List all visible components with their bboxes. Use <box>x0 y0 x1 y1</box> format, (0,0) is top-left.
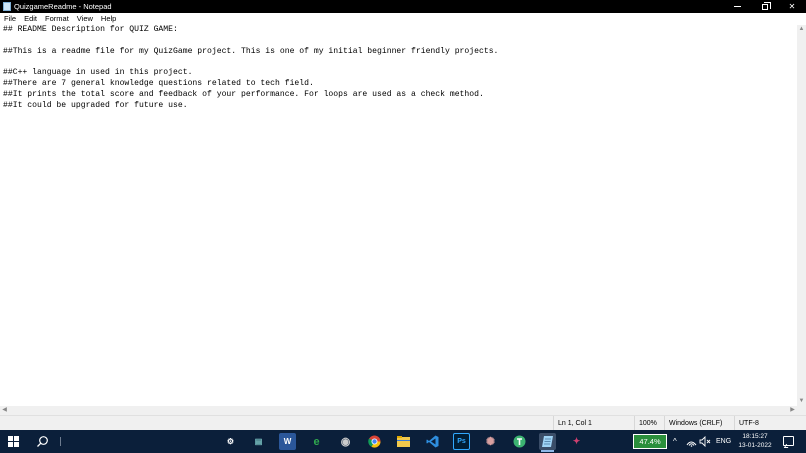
menu-bar: File Edit Format View Help <box>0 13 806 25</box>
windows-start-icon[interactable] <box>8 436 19 447</box>
edge-app-icon[interactable]: e <box>308 433 325 450</box>
restore-icon <box>762 1 771 10</box>
menu-edit[interactable]: Edit <box>24 13 37 25</box>
terminal-app-icon[interactable]: ▤ <box>250 433 267 450</box>
scroll-right-icon[interactable]: ▶ <box>788 406 797 415</box>
notepad-app-icon[interactable] <box>539 433 556 452</box>
word-app-icon[interactable]: W <box>279 433 296 450</box>
scroll-down-icon[interactable]: ▼ <box>797 397 806 406</box>
menu-format[interactable]: Format <box>45 13 69 25</box>
zoom-level: 100% <box>634 416 664 431</box>
horizontal-scrollbar[interactable]: ◀ ▶ <box>0 406 797 415</box>
editor-line: ##This is a readme file for my QuizGame … <box>3 46 499 56</box>
title-bar: QuizgameReadme - Notepad ✕ <box>0 0 806 13</box>
cursor-position: Ln 1, Col 1 <box>553 416 633 431</box>
gear-app-icon[interactable]: ✺ <box>482 433 499 450</box>
settings-app-icon[interactable]: ⚙ <box>222 433 239 450</box>
notification-icon[interactable] <box>783 436 794 446</box>
vertical-scrollbar[interactable]: ▲ ▼ <box>797 25 806 406</box>
clock-date: 13-01-2022 <box>738 442 772 449</box>
editor-line: ## README Description for QUIZ GAME: <box>3 25 178 34</box>
scrollbar-corner <box>797 406 806 415</box>
photoshop-app-icon[interactable]: Ps <box>453 433 470 450</box>
volume-muted-icon[interactable] <box>699 436 711 447</box>
vscode-app-icon[interactable] <box>424 433 441 450</box>
green-app-icon[interactable] <box>511 433 528 450</box>
editor-line: ##It prints the total score and feedback… <box>3 89 484 99</box>
close-button[interactable]: ✕ <box>778 0 806 13</box>
chrome-app-icon[interactable] <box>366 433 383 450</box>
chevron-up-icon[interactable]: ^ <box>673 436 677 447</box>
close-icon: ✕ <box>788 2 796 11</box>
notepad-icon <box>3 2 11 11</box>
status-bar: Ln 1, Col 1 100% Windows (CRLF) UTF-8 <box>0 415 806 431</box>
davinci-app-icon[interactable]: ✦ <box>568 433 585 450</box>
line-endings: Windows (CRLF) <box>664 416 734 431</box>
text-editor[interactable]: ## README Description for QUIZ GAME: ##T… <box>0 25 797 406</box>
battery-indicator[interactable]: 47.4% <box>633 434 667 449</box>
editor-line: ##C++ language in used in this project. <box>3 68 193 78</box>
encoding: UTF-8 <box>734 416 806 431</box>
clock-time: 18:15:27 <box>742 433 768 440</box>
scroll-up-icon[interactable]: ▲ <box>797 25 806 34</box>
task-view-icon[interactable] <box>60 437 61 446</box>
wifi-icon[interactable] <box>686 436 697 447</box>
menu-help[interactable]: Help <box>101 13 116 25</box>
scroll-left-icon[interactable]: ◀ <box>0 406 9 415</box>
editor-line: ##There are 7 general knowledge question… <box>3 78 314 88</box>
menu-view[interactable]: View <box>77 13 93 25</box>
clock[interactable]: 18:15:27 13-01-2022 <box>737 432 773 450</box>
search-icon[interactable] <box>36 435 49 448</box>
taskbar: ⚙ ▤ W e ◉ Ps ✺ ✦ 47.4% ^ ENG 18:15:27 13… <box>0 430 806 453</box>
language-indicator[interactable]: ENG <box>716 436 731 447</box>
file-explorer-icon[interactable] <box>395 433 412 450</box>
minimize-icon <box>733 6 741 7</box>
editor-line: ##It could be upgraded for future use. <box>3 100 188 110</box>
media-app-icon[interactable]: ◉ <box>337 433 354 450</box>
menu-file[interactable]: File <box>4 13 16 25</box>
minimize-button[interactable] <box>723 0 751 13</box>
restore-button[interactable] <box>751 0 779 13</box>
window-title: QuizgameReadme - Notepad <box>14 2 112 11</box>
